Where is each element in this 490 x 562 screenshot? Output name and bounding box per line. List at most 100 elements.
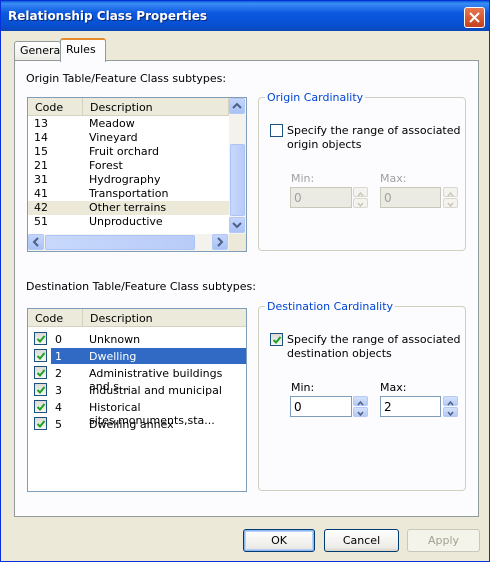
spin-down-button[interactable] bbox=[353, 198, 368, 208]
origin-cardinality-label-line2: origin objects bbox=[287, 138, 362, 151]
chevron-up-icon bbox=[447, 400, 454, 406]
cell-code: 5 bbox=[55, 418, 62, 431]
list-item[interactable]: 21 Forest bbox=[28, 159, 229, 173]
row-checkbox[interactable] bbox=[34, 349, 47, 362]
column-header-description[interactable]: Description bbox=[83, 98, 229, 116]
column-header-code[interactable]: Code bbox=[28, 98, 83, 116]
origin-horizontal-scrollbar[interactable] bbox=[28, 234, 229, 251]
spin-up-button[interactable] bbox=[443, 187, 458, 197]
row-checkbox[interactable] bbox=[34, 400, 47, 413]
chevron-right-icon bbox=[217, 237, 224, 247]
origin-min-stepper[interactable] bbox=[353, 187, 368, 208]
cell-code: 42 bbox=[34, 201, 48, 214]
dialog-window: Relationship Class Properties General Ru… bbox=[0, 0, 490, 562]
cell-description: Dwelling annex bbox=[89, 418, 174, 431]
scroll-corner bbox=[229, 234, 246, 251]
chevron-down-icon bbox=[447, 411, 454, 417]
origin-max-stepper[interactable] bbox=[443, 187, 458, 208]
origin-min-field[interactable]: 0 bbox=[290, 187, 352, 208]
cell-description: Unknown bbox=[89, 333, 141, 346]
list-item[interactable]: 5 Dwelling annex bbox=[28, 416, 246, 432]
cell-description: Unproductive bbox=[89, 215, 163, 228]
scroll-right-button[interactable] bbox=[212, 234, 228, 250]
chevron-down-icon bbox=[232, 222, 242, 229]
cell-code: 3 bbox=[55, 384, 62, 397]
list-item[interactable]: 4 Historical sites,monuments,sta... bbox=[28, 399, 246, 427]
chevron-up-icon bbox=[447, 191, 454, 197]
cell-code: 31 bbox=[34, 173, 48, 186]
cell-code: 1 bbox=[55, 350, 62, 363]
cell-code: 2 bbox=[55, 367, 62, 380]
cell-description: Meadow bbox=[89, 117, 135, 130]
list-item[interactable]: 41 Transportation bbox=[28, 187, 229, 201]
tab-rules[interactable]: Rules bbox=[60, 38, 106, 62]
origin-cardinality-checkbox[interactable] bbox=[270, 124, 283, 137]
scroll-down-button[interactable] bbox=[229, 217, 245, 233]
cell-code: 4 bbox=[55, 401, 62, 414]
tab-general[interactable]: General bbox=[14, 41, 63, 61]
spin-up-button[interactable] bbox=[353, 396, 368, 406]
spin-down-button[interactable] bbox=[353, 407, 368, 417]
list-item[interactable]: 3 Industrial and municipal bbox=[28, 382, 246, 398]
row-checkbox[interactable] bbox=[34, 417, 47, 430]
column-header-description[interactable]: Description bbox=[83, 309, 246, 327]
checkmark-icon bbox=[36, 403, 46, 411]
ok-button[interactable]: OK bbox=[243, 529, 315, 552]
list-item[interactable]: 31 Hydrography bbox=[28, 173, 229, 187]
cell-code: 15 bbox=[34, 145, 48, 158]
list-item[interactable]: 14 Vineyard bbox=[28, 131, 229, 145]
list-item[interactable]: 51 Unproductive bbox=[28, 215, 229, 229]
destination-max-stepper[interactable] bbox=[443, 396, 458, 417]
row-checkbox[interactable] bbox=[34, 366, 47, 379]
cell-description: Other terrains bbox=[89, 201, 167, 214]
origin-max-field[interactable]: 0 bbox=[380, 187, 441, 208]
cell-code: 14 bbox=[34, 131, 48, 144]
cell-description: Hydrography bbox=[89, 173, 161, 186]
cell-code: 41 bbox=[34, 187, 48, 200]
scroll-thumb[interactable] bbox=[230, 144, 245, 216]
apply-button[interactable]: Apply bbox=[407, 529, 480, 552]
scroll-up-button[interactable] bbox=[229, 98, 245, 114]
chevron-up-icon bbox=[357, 191, 364, 197]
row-checkbox[interactable] bbox=[34, 332, 47, 345]
checkmark-icon bbox=[36, 369, 46, 377]
destination-subtypes-label: Destination Table/Feature Class subtypes… bbox=[26, 280, 256, 293]
scroll-left-button[interactable] bbox=[28, 234, 44, 250]
origin-vertical-scrollbar[interactable] bbox=[229, 98, 246, 234]
cell-description: Vineyard bbox=[89, 131, 138, 144]
destination-cardinality-label-line1: Specify the range of associated bbox=[287, 333, 461, 346]
list-item[interactable]: 42 Other terrains bbox=[28, 201, 229, 215]
close-button[interactable] bbox=[464, 7, 485, 28]
checkmark-icon bbox=[272, 336, 282, 344]
checkmark-icon bbox=[36, 386, 46, 394]
column-header-code[interactable]: Code bbox=[28, 309, 83, 327]
origin-subtypes-list[interactable]: Code Description 13 Meadow 14 Vineyard 15 Fru… bbox=[27, 97, 247, 252]
list-item[interactable]: 1 Dwelling bbox=[28, 348, 246, 364]
title-bar[interactable]: Relationship Class Properties bbox=[1, 1, 489, 31]
origin-cardinality-label-line1: Specify the range of associated bbox=[287, 124, 461, 137]
spin-down-button[interactable] bbox=[443, 407, 458, 417]
rules-panel: Origin Table/Feature Class subtypes: Cod… bbox=[14, 60, 479, 517]
destination-cardinality-checkbox[interactable] bbox=[270, 333, 283, 346]
cell-description: Dwelling bbox=[89, 350, 137, 363]
list-item[interactable]: 2 Administrative buildings and s... bbox=[28, 365, 246, 393]
destination-subtypes-list[interactable]: Code Description 0 Unknown 1 Dwelling 2 Admin… bbox=[27, 308, 247, 492]
cancel-button[interactable]: Cancel bbox=[324, 529, 399, 552]
destination-min-field[interactable]: 0 bbox=[290, 396, 352, 417]
destination-cardinality-label-line2: destination objects bbox=[287, 347, 392, 360]
chevron-up-icon bbox=[357, 400, 364, 406]
chevron-down-icon bbox=[357, 411, 364, 417]
list-header: Code Description bbox=[28, 309, 246, 327]
row-checkbox[interactable] bbox=[34, 383, 47, 396]
spin-up-button[interactable] bbox=[353, 187, 368, 197]
list-item[interactable]: 0 Unknown bbox=[28, 331, 246, 347]
scroll-thumb-horizontal[interactable] bbox=[45, 235, 195, 250]
list-header: Code Description bbox=[28, 98, 246, 116]
list-item[interactable]: 15 Fruit orchard bbox=[28, 145, 229, 159]
destination-max-field[interactable]: 2 bbox=[380, 396, 441, 417]
checkmark-icon bbox=[36, 420, 46, 428]
spin-down-button[interactable] bbox=[443, 198, 458, 208]
spin-up-button[interactable] bbox=[443, 396, 458, 406]
destination-min-stepper[interactable] bbox=[353, 396, 368, 417]
list-item[interactable]: 13 Meadow bbox=[28, 117, 229, 131]
